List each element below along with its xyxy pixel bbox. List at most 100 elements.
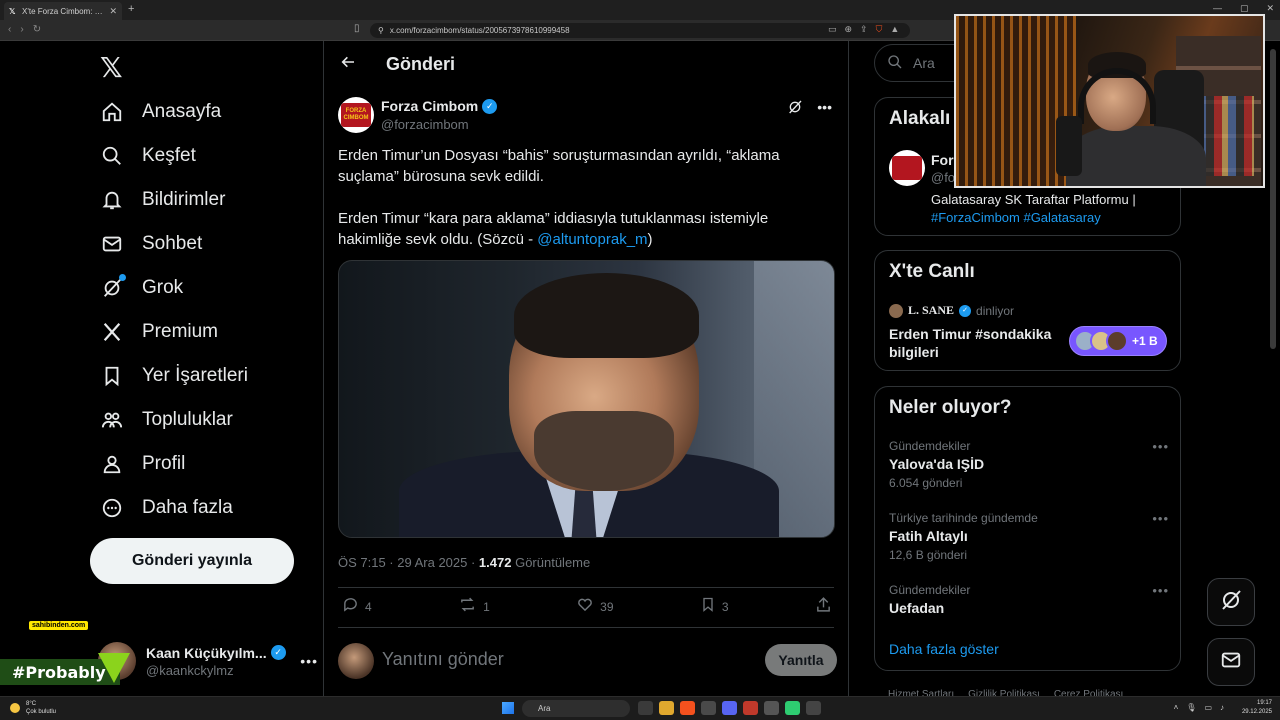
sidebar-item-premium[interactable]: Premium: [100, 310, 218, 354]
bookmark-stat[interactable]: 3: [700, 597, 729, 617]
sidebar-item-chat[interactable]: Sohbet: [100, 222, 202, 266]
reply-count: 4: [365, 600, 372, 614]
account-switcher[interactable]: Kaan Küçükyılm... ✓ @kaankckylmz •••: [98, 636, 318, 686]
more-icon[interactable]: •••: [1152, 583, 1169, 598]
cast-icon[interactable]: ▭: [828, 24, 837, 35]
brave-icon[interactable]: [680, 701, 695, 715]
host-name: L. SANE: [908, 303, 955, 317]
sidebar-item-grok[interactable]: Grok: [100, 266, 183, 310]
grok-icon: [1219, 588, 1243, 617]
back-arrow-icon[interactable]: [340, 54, 356, 75]
sidebar-item-explore[interactable]: Keşfet: [100, 134, 196, 178]
app-icon[interactable]: [743, 701, 758, 715]
view-count: 1.472: [478, 555, 512, 570]
sidebar-item-label: Keşfet: [142, 145, 196, 166]
x-logo-icon[interactable]: 𝕏: [100, 51, 123, 84]
share-icon[interactable]: ⇪: [860, 24, 868, 35]
share-stat[interactable]: [815, 597, 832, 617]
x-icon: [100, 320, 124, 344]
bio-hashtags[interactable]: #ForzaCimbom #Galatasaray: [931, 210, 1101, 225]
listeners-pill[interactable]: +1 B: [1069, 326, 1167, 356]
more-icon[interactable]: •••: [1152, 511, 1169, 526]
trends-card: Neler oluyor? Gündemdekiler Yalova'da IŞ…: [874, 386, 1181, 671]
trend-item[interactable]: Türkiye tarihinde gündemde Fatih Altaylı…: [889, 511, 1169, 562]
clock-time: 19:17: [1256, 700, 1272, 706]
task-view-icon[interactable]: [638, 701, 653, 715]
reply-button[interactable]: Yanıtla: [765, 644, 837, 676]
more-icon[interactable]: •••: [1152, 439, 1169, 454]
trend-count: 12,6 B gönderi: [889, 548, 968, 562]
overlay-arrow-icon: [98, 653, 130, 683]
tray-chevron-icon[interactable]: ˄: [1174, 703, 1179, 712]
engagement-bar: 4 1 39 3: [342, 597, 832, 617]
site-info-icon[interactable]: ⚲: [378, 26, 384, 35]
close-window-icon[interactable]: ✕: [1266, 3, 1274, 14]
sidebar-item-more[interactable]: Daha fazla: [100, 486, 233, 530]
reply-stat[interactable]: 4: [342, 597, 372, 617]
app-icon[interactable]: [785, 701, 800, 715]
browser-tab[interactable]: 𝕏 X'te Forza Cimbom: "Erden Timur... ✕: [4, 2, 122, 20]
trend-item[interactable]: Gündemdekiler Yalova'da IŞİD 6.054 gönde…: [889, 439, 1169, 490]
post-time[interactable]: ÖS 7:15 · 29 Ara 2025 ·: [338, 555, 479, 570]
author-avatar[interactable]: FORZA CIMBOM: [338, 97, 374, 133]
sidebar-item-communities[interactable]: Topluluklar: [100, 398, 233, 442]
close-tab-icon[interactable]: ✕: [109, 6, 117, 17]
post-button[interactable]: Gönderi yayınla: [90, 538, 294, 584]
share-icon: [815, 596, 832, 618]
windows-start-icon[interactable]: [502, 702, 514, 714]
back-nav-icon[interactable]: ‹: [8, 24, 11, 35]
taskbar-search[interactable]: Ara: [522, 700, 630, 717]
minimize-icon[interactable]: —: [1213, 3, 1222, 14]
file-explorer-icon[interactable]: [659, 701, 674, 715]
sidebar-item-home[interactable]: Anasayfa: [100, 90, 221, 134]
sidebar-item-profile[interactable]: Profil: [100, 442, 185, 486]
discord-icon[interactable]: [722, 701, 737, 715]
sidebar-item-label: Sohbet: [142, 233, 203, 254]
taskbar-clock[interactable]: 19:17 29.12.2025: [1242, 699, 1272, 717]
repost-icon: [458, 596, 477, 618]
maximize-icon[interactable]: ▢: [1240, 3, 1249, 14]
post-paragraph: Erden Timur’un Dosyası “bahis” soruşturm…: [338, 147, 780, 185]
person-icon: [100, 452, 124, 476]
related-avatar: [889, 150, 925, 186]
network-icon[interactable]: ▭: [1204, 703, 1212, 712]
scrollbar[interactable]: [1270, 49, 1276, 349]
temperature: 8°C: [26, 701, 37, 707]
more-icon[interactable]: •••: [300, 653, 318, 669]
post-text-span: ): [647, 231, 653, 248]
sidebar-item-bookmarks[interactable]: Yer İşaretleri: [100, 354, 248, 398]
author-handle[interactable]: @forzacimbom: [381, 117, 469, 132]
app-icon[interactable]: [764, 701, 779, 715]
grok-icon[interactable]: [787, 99, 803, 118]
app-icon[interactable]: [701, 701, 716, 715]
repost-stat[interactable]: 1: [458, 597, 490, 617]
trend-title: Yalova'da IŞİD: [889, 456, 985, 472]
mention-link[interactable]: @altuntoprak_m: [537, 231, 647, 248]
space-title[interactable]: Erden Timur #sondakika bilgileri: [889, 325, 1059, 361]
host-status: dinliyor: [976, 303, 1015, 318]
bookmark-page-icon[interactable]: ▯: [354, 23, 360, 34]
weather-widget[interactable]: 8°C Çok bulutlu: [26, 700, 56, 716]
post-image[interactable]: [338, 260, 835, 538]
reload-icon[interactable]: ↻: [33, 24, 41, 35]
more-icon[interactable]: •••: [817, 99, 832, 118]
zoom-icon[interactable]: ⊕: [845, 24, 853, 35]
new-tab-icon[interactable]: +: [128, 3, 134, 15]
like-count: 39: [600, 600, 614, 614]
messages-fab[interactable]: [1207, 638, 1255, 686]
trend-item[interactable]: Gündemdekiler Uefadan •••: [889, 583, 1169, 616]
show-more-link[interactable]: Daha fazla göster: [889, 641, 999, 657]
alert-icon[interactable]: ▲: [890, 24, 899, 35]
author-name[interactable]: Forza Cimbom: [381, 98, 478, 114]
search-placeholder: Ara: [913, 55, 935, 71]
forward-nav-icon[interactable]: ›: [20, 24, 23, 35]
volume-icon[interactable]: ♪: [1220, 703, 1224, 712]
brave-shield-icon[interactable]: ⛉: [876, 24, 883, 35]
microphone-icon[interactable]: 🎙: [1186, 703, 1196, 712]
like-stat[interactable]: 39: [576, 597, 614, 617]
sidebar-item-notifications[interactable]: Bildirimler: [100, 178, 225, 222]
reply-input[interactable]: Yanıtını gönder: [382, 649, 504, 670]
streamer: [1056, 52, 1206, 186]
app-icon[interactable]: [806, 701, 821, 715]
grok-fab[interactable]: [1207, 578, 1255, 626]
